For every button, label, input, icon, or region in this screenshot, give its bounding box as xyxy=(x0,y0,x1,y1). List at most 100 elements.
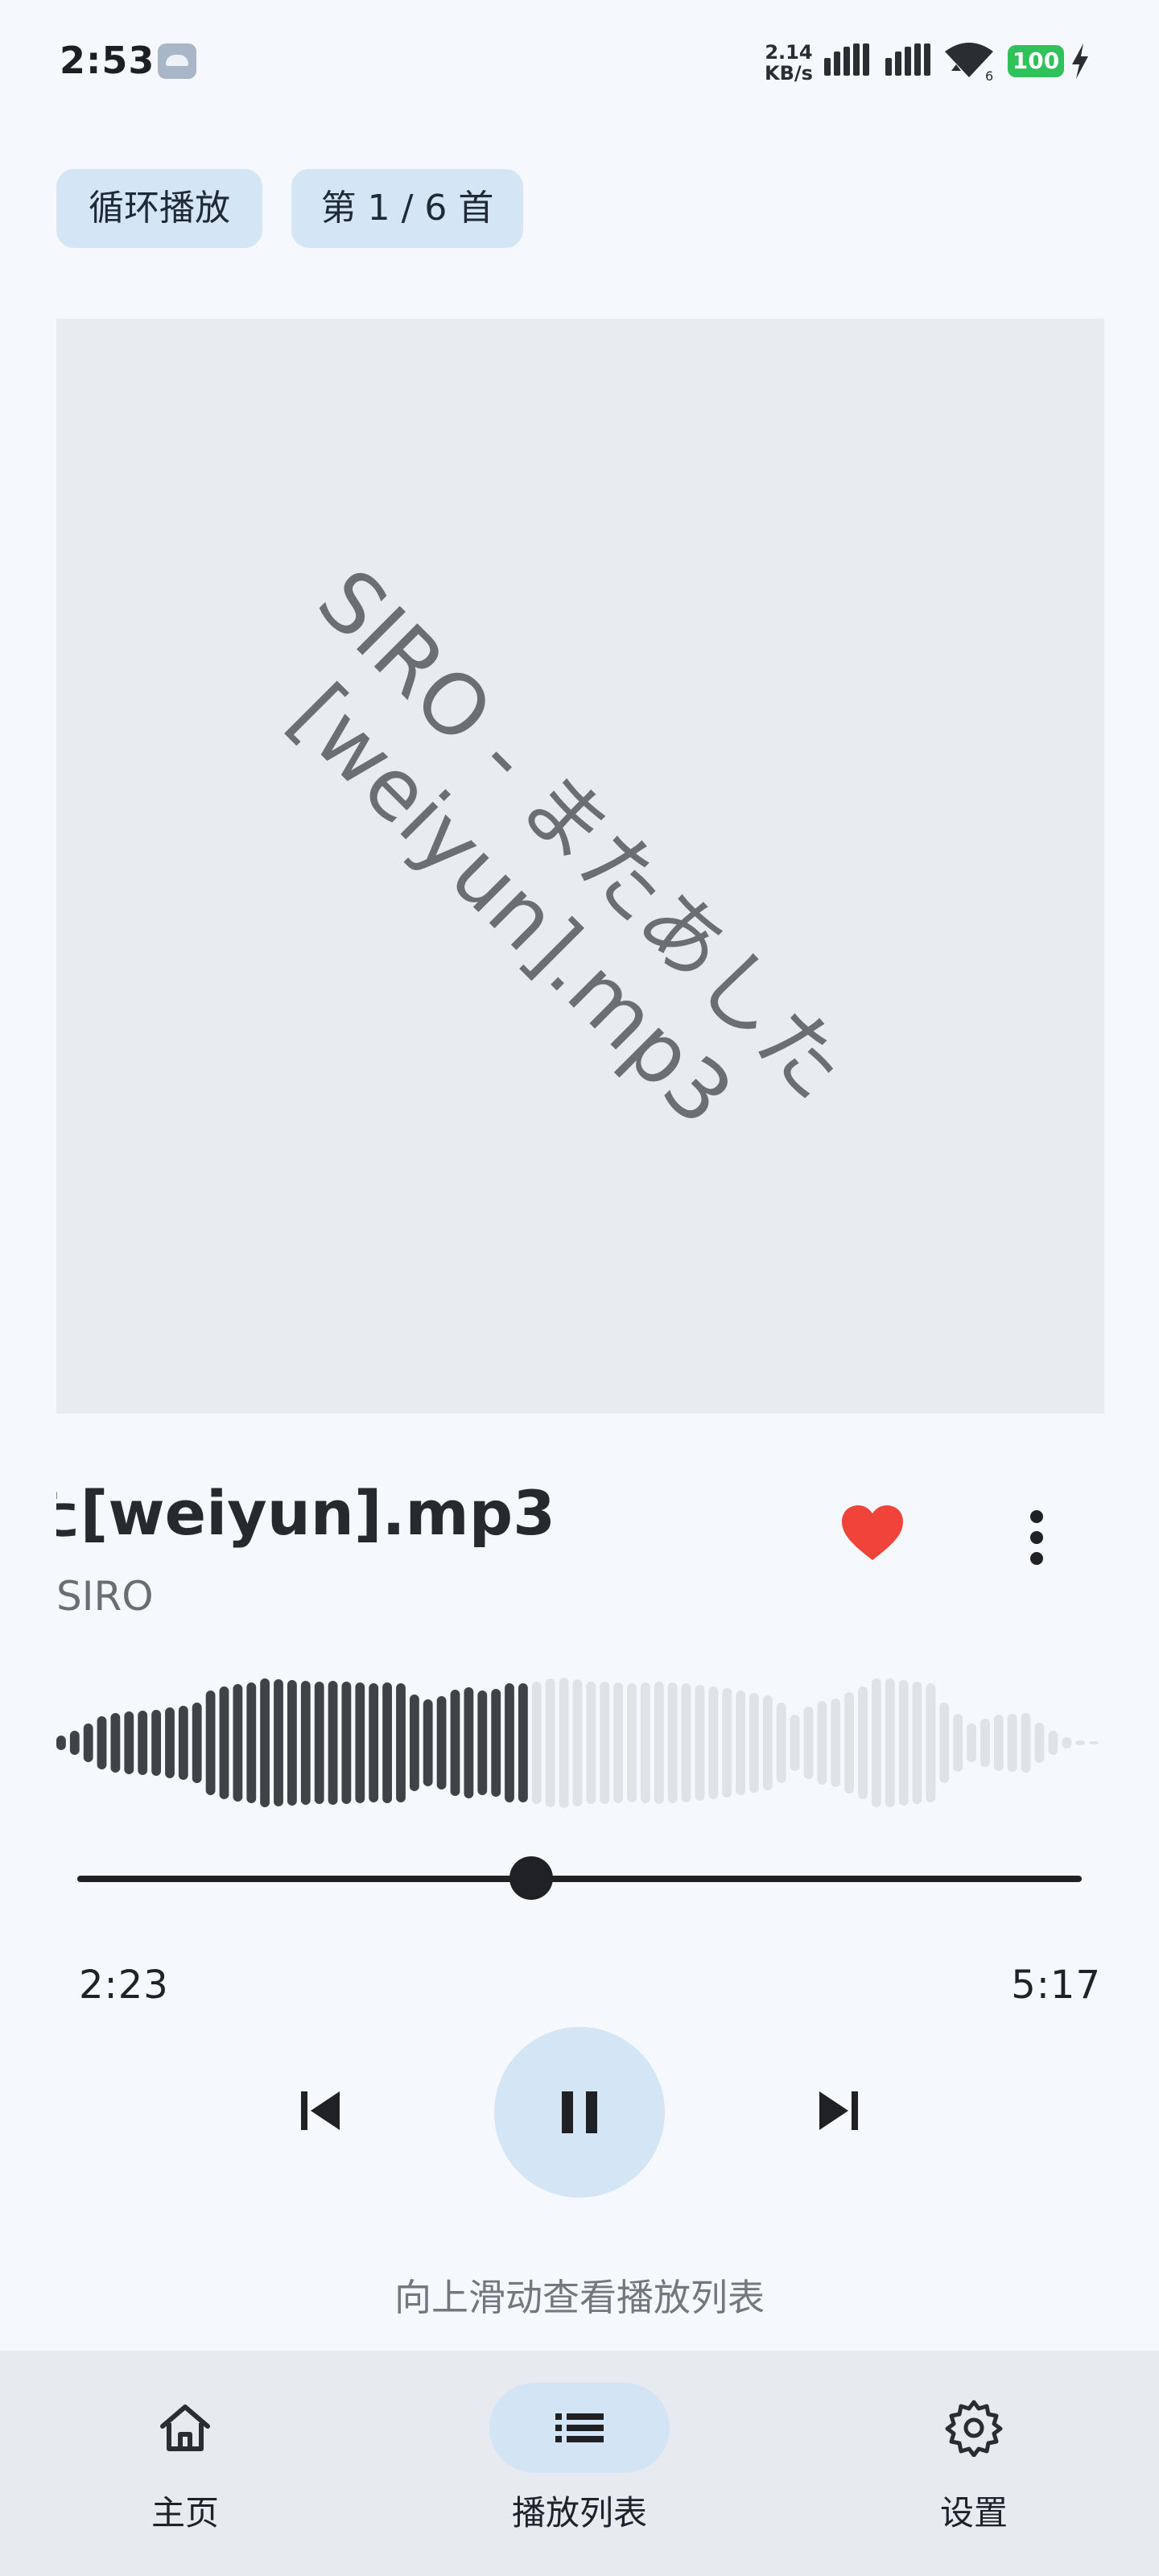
nav-label-home: 主页 xyxy=(151,2493,219,2533)
pause-icon xyxy=(562,2091,597,2133)
wifi-icon: 6 xyxy=(945,43,993,80)
nav-label-playlist: 播放列表 xyxy=(511,2493,647,2533)
waveform-bar xyxy=(1048,1731,1058,1755)
nav-item-home[interactable]: 主页 xyxy=(56,2383,314,2535)
waveform-bar xyxy=(83,1724,93,1762)
waveform-bar xyxy=(613,1682,623,1803)
app-notification-icon xyxy=(158,43,196,79)
waveform-bar xyxy=(300,1681,311,1805)
waveform-bar xyxy=(369,1683,379,1802)
waveform-bar xyxy=(967,1724,976,1762)
album-art-text: SIRO - またあした [weiyun].mp3 xyxy=(221,543,874,1196)
waveform-bar xyxy=(56,1736,66,1750)
track-artist: SIRO xyxy=(56,1573,154,1620)
waveform-bar xyxy=(803,1707,814,1779)
waveform-bar xyxy=(898,1680,909,1806)
waveform-bar xyxy=(1021,1713,1031,1773)
nav-pill-playlist xyxy=(489,2383,670,2473)
waveform-bar xyxy=(518,1683,528,1802)
network-speed-unit: KB/s xyxy=(765,62,813,85)
waveform-bar xyxy=(885,1678,895,1807)
waveform-bar xyxy=(165,1707,175,1778)
status-time: 2:53 xyxy=(60,39,155,82)
waveform-bar xyxy=(464,1687,474,1798)
waveform-bar xyxy=(1034,1723,1045,1763)
album-art: SIRO - またあした [weiyun].mp3 xyxy=(56,319,1104,1414)
list-icon xyxy=(555,2413,604,2442)
waveform-bar xyxy=(246,1682,257,1803)
waveform-bar xyxy=(762,1695,773,1790)
waveform-bar xyxy=(1007,1714,1017,1772)
waveform-bar xyxy=(817,1701,827,1785)
waveform-bar xyxy=(600,1682,610,1804)
waveform-bar xyxy=(831,1699,841,1787)
waveform-bar xyxy=(722,1688,732,1798)
total-duration: 5:17 xyxy=(1011,1963,1101,2008)
waveform-bar xyxy=(872,1678,881,1807)
home-icon xyxy=(160,2405,210,2451)
waveform-bar xyxy=(858,1686,868,1799)
waveform-bar xyxy=(641,1682,650,1803)
favorite-heart-icon[interactable] xyxy=(842,1505,903,1562)
waveform-bar xyxy=(233,1684,243,1802)
track-position-chip: 第 1 / 6 首 xyxy=(291,169,523,248)
waveform[interactable] xyxy=(56,1666,1103,1819)
waveform-bar xyxy=(790,1715,800,1771)
nav-pill-home xyxy=(95,2383,275,2473)
waveform-bar xyxy=(695,1685,705,1801)
nav-item-settings[interactable]: 设置 xyxy=(845,2383,1103,2535)
waveform-bar xyxy=(205,1690,216,1795)
waveform-bar xyxy=(138,1711,148,1775)
waveform-bar xyxy=(436,1696,447,1790)
waveform-bar xyxy=(749,1693,759,1793)
network-speed-value: 2.14 xyxy=(765,41,813,64)
waveform-bar xyxy=(396,1683,406,1802)
seek-bar-track[interactable] xyxy=(77,1876,1082,1882)
swipe-up-hint: 向上滑动查看播放列表 xyxy=(394,2276,765,2319)
play-pause-button[interactable] xyxy=(494,2027,665,2198)
waveform-bar xyxy=(97,1716,107,1769)
waveform-bar xyxy=(491,1689,501,1797)
waveform-bar xyxy=(993,1715,1004,1771)
waveform-bar xyxy=(926,1683,936,1802)
next-track-icon[interactable] xyxy=(806,2079,871,2143)
waveform-bar xyxy=(572,1679,583,1806)
previous-track-icon[interactable] xyxy=(288,2079,353,2143)
waveform-bar xyxy=(450,1690,460,1796)
waveform-bar xyxy=(980,1719,990,1767)
nav-label-settings: 设置 xyxy=(939,2493,1008,2533)
waveform-bar xyxy=(314,1682,324,1804)
waveform-bar xyxy=(192,1703,202,1783)
waveform-bar xyxy=(274,1679,283,1806)
waveform-bar xyxy=(559,1678,569,1808)
waveform-bar xyxy=(124,1711,134,1774)
network-speed: 2.14 KB/s xyxy=(765,42,813,84)
more-options-icon[interactable] xyxy=(1013,1507,1061,1568)
waveform-bar xyxy=(776,1703,786,1783)
waveform-bar xyxy=(1075,1740,1085,1745)
waveform-bar xyxy=(341,1682,352,1804)
track-title: SIRO - またあした[weiyun].mp3 xyxy=(56,1477,555,1549)
track-title-marquee: SIRO - またあした[weiyun].mp3 xyxy=(56,1465,555,1562)
charging-icon xyxy=(1072,43,1088,79)
gear-icon xyxy=(945,2400,1003,2457)
waveform-bar xyxy=(477,1690,488,1795)
seek-bar-thumb[interactable] xyxy=(509,1856,554,1900)
waveform-bar xyxy=(531,1682,542,1804)
nav-item-playlist[interactable]: 播放列表 xyxy=(451,2383,708,2535)
waveform-bar xyxy=(69,1731,80,1755)
loop-mode-chip[interactable]: 循环播放 xyxy=(56,169,262,248)
waveform-bar xyxy=(287,1680,297,1806)
waveform-bar xyxy=(654,1682,664,1804)
waveform-bar xyxy=(410,1695,419,1791)
waveform-bar xyxy=(586,1682,596,1804)
waveform-bar xyxy=(110,1713,121,1773)
waveform-bar xyxy=(178,1706,188,1780)
wifi-badge: 6 xyxy=(985,68,993,80)
waveform-bar xyxy=(382,1682,392,1803)
signal-icon-sim1 xyxy=(824,43,872,76)
waveform-bar xyxy=(912,1682,922,1804)
waveform-bar xyxy=(627,1683,637,1802)
waveform-bar xyxy=(505,1683,514,1802)
nav-pill-settings xyxy=(884,2383,1064,2473)
